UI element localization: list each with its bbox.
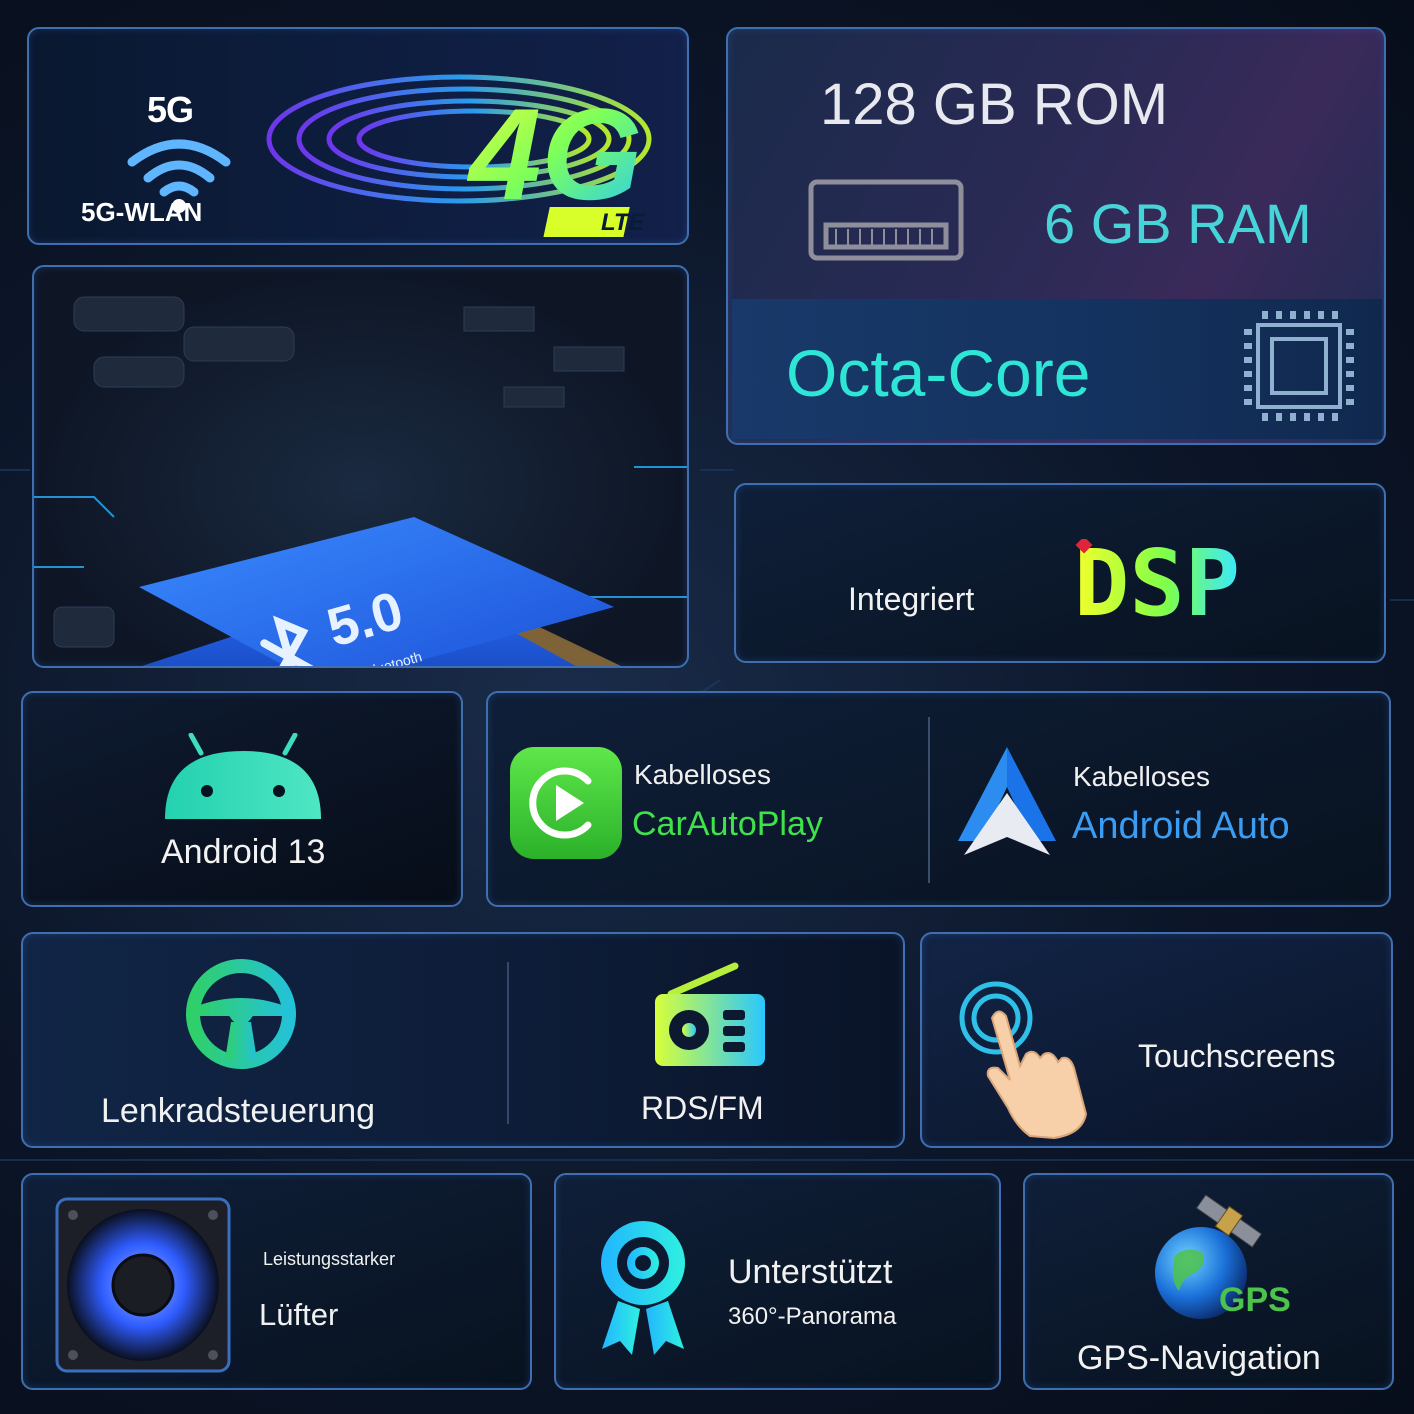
memory-panel: 128 GB ROM 6 GB RAM Octa-Core [726, 27, 1386, 445]
bluetooth-chip-graphic: 5.0 Bluetooth [34, 296, 687, 666]
android-panel: Android 13 [21, 691, 463, 907]
gps-label: GPS-Navigation [1077, 1339, 1321, 1377]
carplay-name: CarAutoPlay [632, 805, 823, 843]
dsp-logo: DSP [1074, 539, 1240, 629]
touch-hand-icon [959, 981, 1088, 1140]
4g-lte-logo: 4G LTE [466, 81, 646, 237]
cpu-band: Octa-Core [732, 299, 1382, 439]
network-panel: 5G 5G-WLAN 4G LTE [27, 27, 689, 245]
cpu-icon [1244, 311, 1354, 421]
car-connectivity-panel: Kabelloses CarAutoPlay Kabelloses Androi… [486, 691, 1391, 907]
steering-wheel-icon [186, 959, 296, 1069]
android-robot-icon [165, 733, 321, 819]
lte-text: LTE [601, 209, 646, 236]
panorama-panel: Unterstützt 360°-Panorama [554, 1173, 1001, 1390]
android-version-label: Android 13 [161, 833, 326, 871]
bluetooth-panel: 5.0 Bluetooth [32, 265, 689, 668]
gps-panel: GPS GPS-Navigation [1023, 1173, 1394, 1390]
fan-subtitle: Leistungsstarker [263, 1249, 396, 1269]
radio-label: RDS/FM [641, 1090, 764, 1126]
divider [507, 962, 509, 1124]
touch-label: Touchscreens [1138, 1038, 1336, 1074]
cpu-label: Octa-Core [786, 336, 1091, 410]
carplay-prefix: Kabelloses [634, 759, 771, 790]
android-auto-name: Android Auto [1072, 805, 1290, 847]
panorama-title: Unterstützt [728, 1253, 893, 1291]
dsp-logo-text: DSP [1074, 539, 1240, 629]
wifi-5g-badge: 5G [147, 89, 194, 130]
divider [928, 717, 930, 883]
dsp-label: Integriert [848, 581, 975, 617]
fan-panel: Leistungsstarker Lüfter [21, 1173, 532, 1390]
android-auto-icon [958, 747, 1056, 855]
gps-logo-text: GPS [1219, 1281, 1291, 1319]
steering-radio-panel: Lenkradsteuerung RDS/FM [21, 932, 905, 1148]
radio-icon [655, 962, 765, 1066]
cooling-fan-icon [55, 1197, 231, 1373]
fan-title: Lüfter [259, 1297, 339, 1332]
steering-label: Lenkradsteuerung [101, 1092, 376, 1130]
ram-label: 6 GB RAM [1044, 192, 1312, 255]
carplay-icon [510, 747, 622, 859]
touch-panel: Touchscreens [920, 932, 1393, 1148]
android-auto-prefix: Kabelloses [1073, 761, 1210, 792]
4g-text: 4G [466, 81, 642, 227]
ram-chip-icon [808, 179, 964, 261]
panorama-subtitle: 360°-Panorama [728, 1303, 897, 1330]
dsp-panel: Integriert DSP [734, 483, 1386, 663]
panorama-camera-icon [601, 1221, 685, 1355]
wifi-label: 5G-WLAN [81, 197, 203, 227]
rom-label: 128 GB ROM [820, 72, 1169, 137]
